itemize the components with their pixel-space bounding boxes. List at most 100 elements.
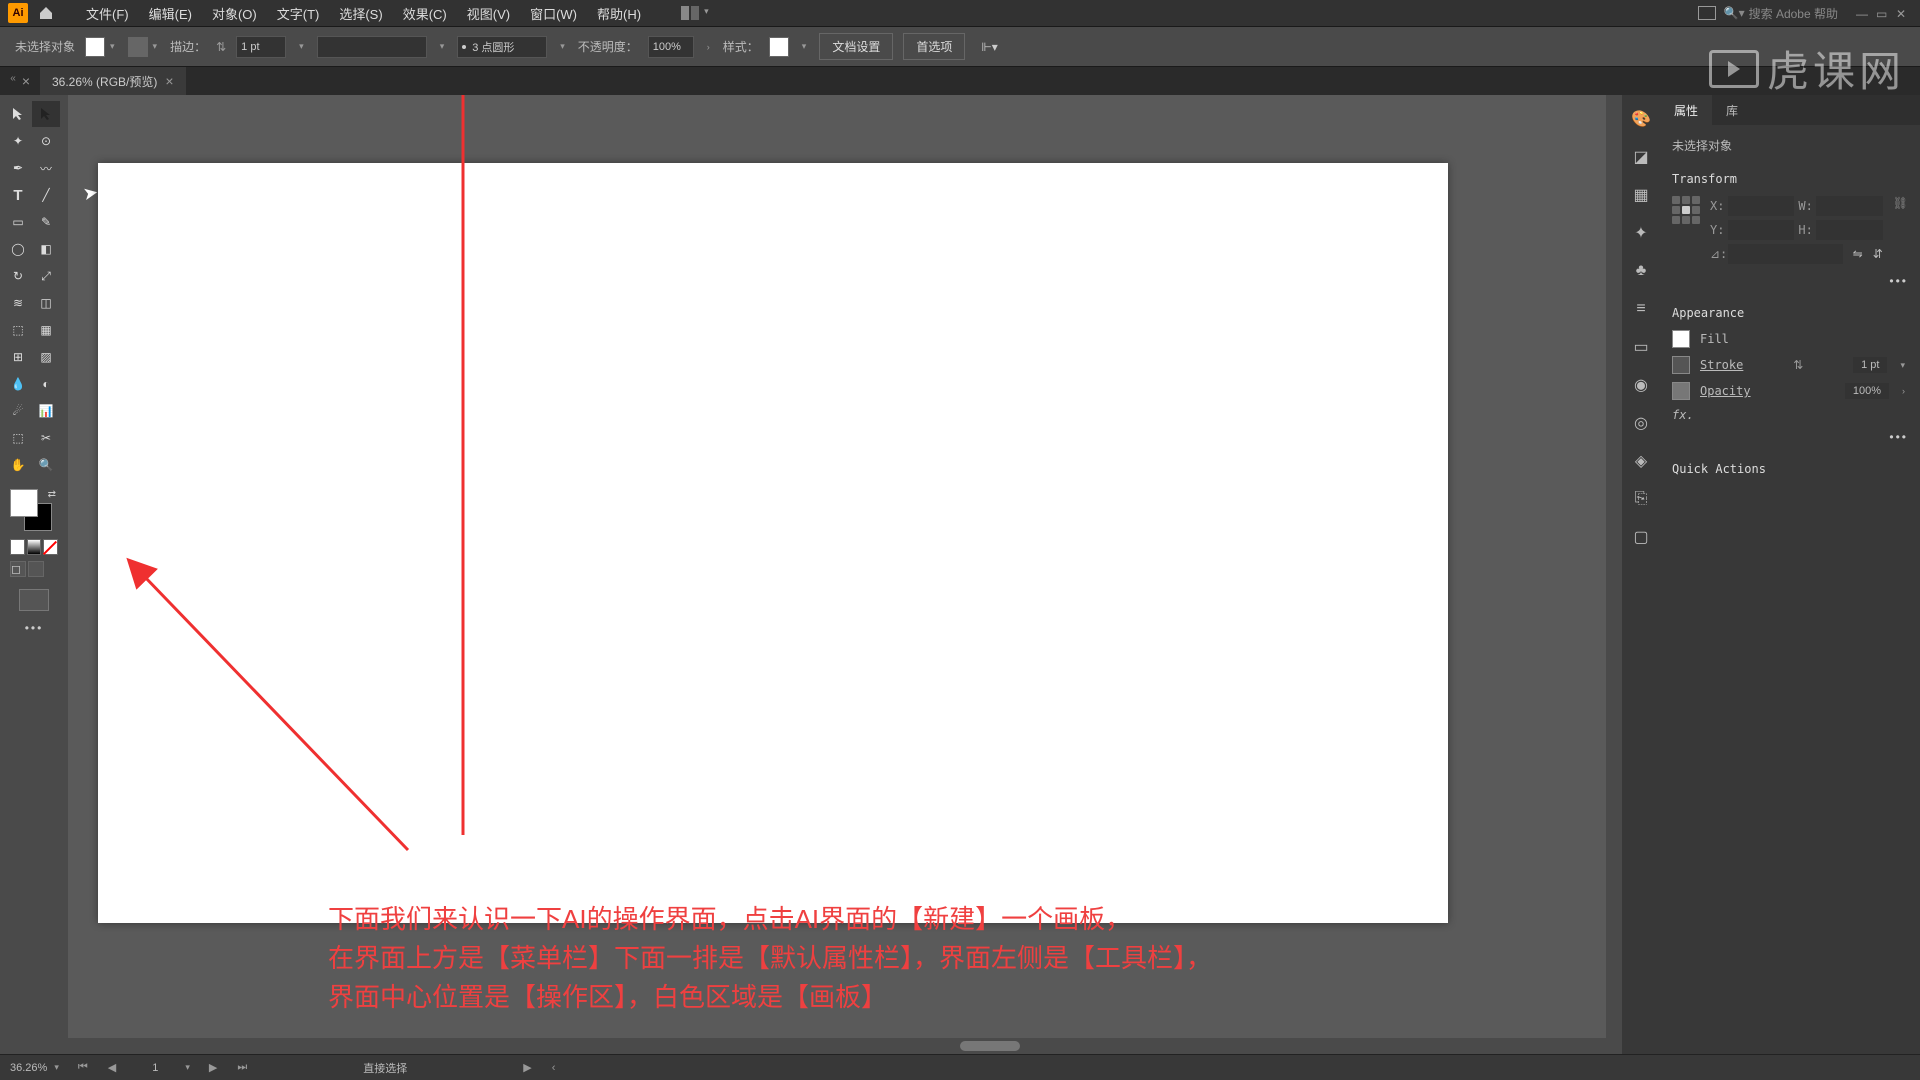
eyedropper-tool[interactable]: 💧 <box>4 371 32 397</box>
line-tool[interactable]: ╱ <box>32 182 60 208</box>
pen-tool[interactable]: ✒ <box>4 155 32 181</box>
fill-swatch[interactable] <box>85 37 105 57</box>
menu-help[interactable]: 帮助(H) <box>587 4 651 23</box>
nav-first-icon[interactable]: ⏮ <box>74 1061 92 1074</box>
dock-align-icon[interactable]: ≡ <box>1629 297 1653 321</box>
nav-prev-icon[interactable]: ◀ <box>104 1061 120 1074</box>
opacity-input[interactable] <box>648 36 694 58</box>
mesh-tool[interactable]: ⊞ <box>4 344 32 370</box>
dock-swatches-icon[interactable]: ◪ <box>1629 145 1653 169</box>
arrange-docs-icon[interactable] <box>1698 6 1716 20</box>
rectangle-tool[interactable]: ▭ <box>4 209 32 235</box>
direct-select-tool[interactable] <box>32 101 60 127</box>
fill-dropdown[interactable]: ▾ <box>107 41 118 52</box>
horizontal-scrollbar[interactable] <box>68 1038 1606 1054</box>
stroke-weight-dropdown[interactable]: ▾ <box>296 41 307 52</box>
menu-type[interactable]: 文字(T) <box>267 4 330 23</box>
close-icon[interactable]: ✕ <box>1896 7 1912 19</box>
menu-file[interactable]: 文件(F) <box>76 4 139 23</box>
brush-dropdown[interactable]: ▾ <box>437 41 448 52</box>
lasso-tool[interactable]: ⊙ <box>32 128 60 154</box>
stroke-weight-input[interactable] <box>236 36 286 58</box>
document-tab[interactable]: 36.26% (RGB/预览) × <box>40 67 186 95</box>
tab-properties[interactable]: 属性 <box>1660 95 1712 125</box>
swap-colors-icon[interactable]: ⇄ <box>48 489 56 500</box>
magic-wand-tool[interactable]: ✦ <box>4 128 32 154</box>
stroke-val-dd[interactable]: ▾ <box>1897 360 1908 371</box>
edit-toolbar-icon[interactable]: ••• <box>4 621 64 635</box>
shaper-tool[interactable]: ◯ <box>4 236 32 262</box>
status-play-icon[interactable]: ▶ <box>519 1061 535 1074</box>
stepper-icon[interactable]: ⇅ <box>216 40 226 54</box>
style-swatch[interactable] <box>769 37 789 57</box>
maximize-icon[interactable]: ▭ <box>1876 7 1892 19</box>
tab-prev-icon[interactable]: « <box>10 73 16 89</box>
tab-libraries[interactable]: 库 <box>1712 95 1752 125</box>
dash-dropdown[interactable]: ▾ <box>557 41 568 52</box>
menu-effect[interactable]: 效果(C) <box>393 4 457 23</box>
dock-transform-icon[interactable]: ▭ <box>1629 335 1653 359</box>
opacity-dd-panel[interactable]: › <box>1899 386 1908 396</box>
doc-setup-button[interactable]: 文档设置 <box>819 33 893 60</box>
dock-graphic-styles-icon[interactable]: ◎ <box>1629 411 1653 435</box>
brush-def[interactable] <box>317 36 427 58</box>
w-input[interactable] <box>1816 196 1882 216</box>
h-input[interactable] <box>1816 220 1882 240</box>
artboard-nav-dropdown[interactable]: 1▾ <box>132 1062 193 1074</box>
opacity-dropdown[interactable]: › <box>704 42 713 52</box>
search-box[interactable]: 🔍▾ 搜索 Adobe 帮助 <box>1724 5 1838 22</box>
type-tool[interactable]: T <box>4 182 32 208</box>
stroke-val-panel[interactable]: 1 pt <box>1853 357 1887 373</box>
reference-point[interactable] <box>1672 196 1700 224</box>
shape-builder-tool[interactable]: ⬚ <box>4 317 32 343</box>
minimize-icon[interactable]: — <box>1856 7 1872 19</box>
dash-preset[interactable]: 3 点圆形 <box>457 36 547 58</box>
status-back-icon[interactable]: ‹ <box>548 1062 560 1074</box>
width-tool[interactable]: ≋ <box>4 290 32 316</box>
screen-normal[interactable]: ◻ <box>10 561 26 577</box>
eraser-tool[interactable]: ◧ <box>32 236 60 262</box>
artboard[interactable] <box>98 163 1448 923</box>
fx-label[interactable]: fx. <box>1672 408 1694 422</box>
slice-tool[interactable]: ✂ <box>32 425 60 451</box>
color-mode-none[interactable] <box>43 539 58 555</box>
flip-h-icon[interactable]: ⇋ <box>1853 247 1863 261</box>
stroke-dropdown[interactable]: ▾ <box>150 41 161 52</box>
vertical-scrollbar[interactable] <box>1606 95 1622 1054</box>
zoom-dropdown[interactable]: 36.26%▾ <box>10 1062 62 1074</box>
curvature-tool[interactable]: 〰 <box>32 155 60 181</box>
doc-tab-close[interactable]: × <box>165 73 173 89</box>
blend-tool[interactable]: ◐ <box>32 371 60 397</box>
canvas-area[interactable]: ➤ 下面我们来认识一下AI的操作界面，点击AI界面的【新建】一个画板， 在界面上… <box>68 95 1622 1054</box>
paintbrush-tool[interactable]: ✎ <box>32 209 60 235</box>
gradient-tool[interactable]: ▨ <box>32 344 60 370</box>
dock-layers-icon[interactable]: ◈ <box>1629 449 1653 473</box>
draw-mode[interactable] <box>19 589 49 611</box>
menu-select[interactable]: 选择(S) <box>329 4 392 23</box>
symbol-tool[interactable]: ☄ <box>4 398 32 424</box>
color-mode-gradient[interactable] <box>27 539 42 555</box>
link-wh-icon[interactable]: ⛓ <box>1893 196 1908 210</box>
fill-swatch-panel[interactable] <box>1672 330 1690 348</box>
graph-tool[interactable]: 📊 <box>32 398 60 424</box>
nav-last-icon[interactable]: ⏭ <box>233 1061 251 1074</box>
appearance-more-icon[interactable]: ••• <box>1889 430 1908 444</box>
home-icon[interactable] <box>36 3 56 23</box>
zoom-tool[interactable]: 🔍 <box>32 452 60 478</box>
rotate-tool[interactable]: ↻ <box>4 263 32 289</box>
stroke-swatch-panel[interactable] <box>1672 356 1690 374</box>
nav-next-icon[interactable]: ▶ <box>205 1061 221 1074</box>
stroke-stepper[interactable]: ⇅ <box>1793 358 1803 372</box>
foreground-color[interactable] <box>10 489 38 517</box>
align-icon[interactable]: ⊩▾ <box>981 40 997 54</box>
flip-v-icon[interactable]: ⇵ <box>1873 247 1883 261</box>
screen-full[interactable] <box>28 561 44 577</box>
workspace-switcher[interactable]: ▾ <box>681 6 712 20</box>
free-transform-tool[interactable]: ◫ <box>32 290 60 316</box>
dock-stroke-icon[interactable]: ▦ <box>1629 183 1653 207</box>
hand-tool[interactable]: ✋ <box>4 452 32 478</box>
prefs-button[interactable]: 首选项 <box>903 33 965 60</box>
menu-view[interactable]: 视图(V) <box>457 4 520 23</box>
dock-asset-icon[interactable]: ⎘ <box>1629 487 1653 511</box>
stroke-swatch[interactable] <box>128 37 148 57</box>
